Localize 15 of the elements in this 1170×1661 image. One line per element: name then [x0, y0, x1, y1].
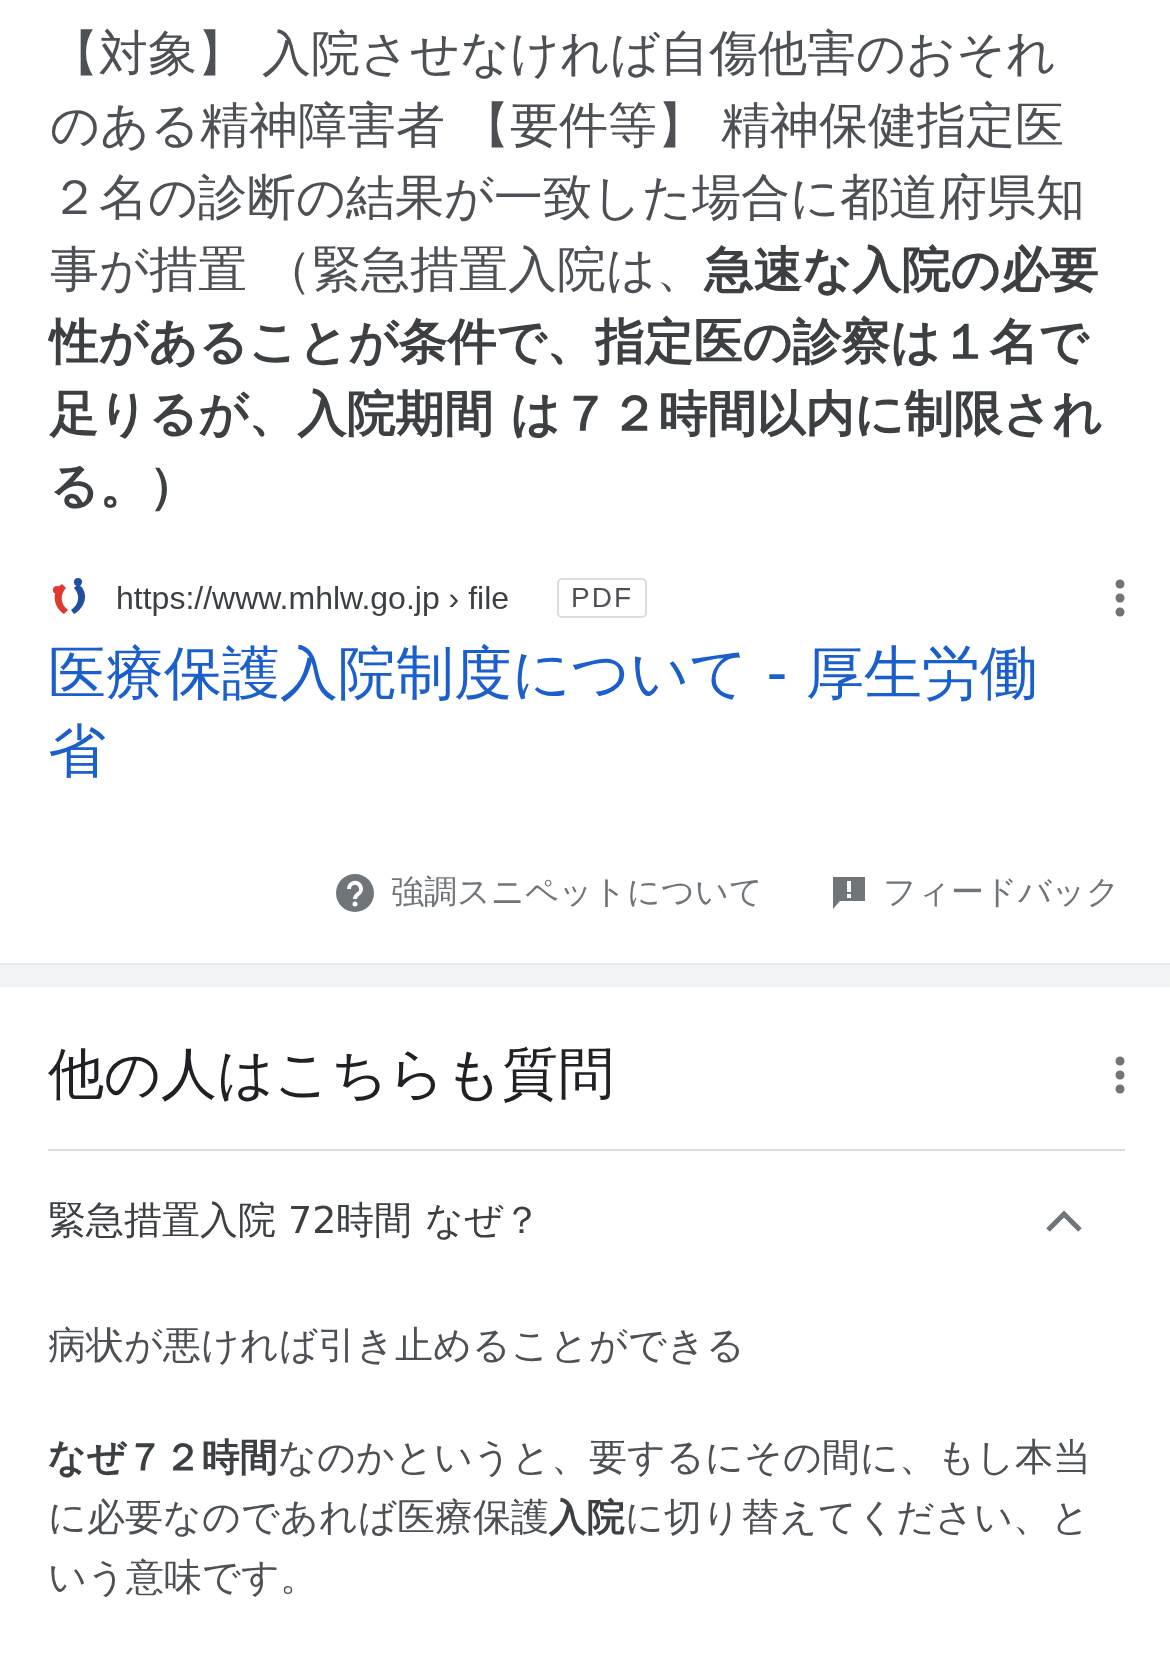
answer-text: なぜ７２時間なのかというと、要するにその間に、もし本当に必要なのであれば医療保護入院に切り替えてください、という意味です。 [48, 1434, 1092, 1601]
help-icon [335, 872, 375, 913]
section-heading: 他の人はこちらも質問 [48, 1040, 614, 1108]
result-title-link[interactable]: 医療保護入院制度について - 厚生労働省 [48, 634, 1070, 790]
feedback-icon [831, 874, 867, 911]
feedback-link[interactable]: フィードバック [883, 870, 1120, 915]
more-options-icon[interactable] [1115, 1055, 1125, 1095]
about-snippets-link[interactable]: 強調スニペットについて [391, 870, 763, 915]
question-text: 緊急措置入院 72時間 なぜ？ [48, 1197, 541, 1244]
question-row[interactable]: 緊急措置入院 72時間 なぜ？ [48, 1151, 1122, 1290]
snippet-text: 【対象】 入院させなければ自傷他害のおそれのある精神障害者 【要件等】 精神保健指定医２名の診断の結果が一致した場合に都道府県知事が措置 （緊急措置入院は、急速な入院の必要性があることが条件で、指定医の診察は１名で足りるが、入院期間 は７２時間以内に制限される。） [47, 24, 1105, 516]
more-options-icon[interactable] [1115, 578, 1125, 618]
source-url: https://www.mhlw.go.jp › file [116, 579, 510, 617]
answer-heading: 病状が悪ければ引き止めることができる [48, 1322, 746, 1369]
file-type-tag: PDF [557, 578, 648, 618]
